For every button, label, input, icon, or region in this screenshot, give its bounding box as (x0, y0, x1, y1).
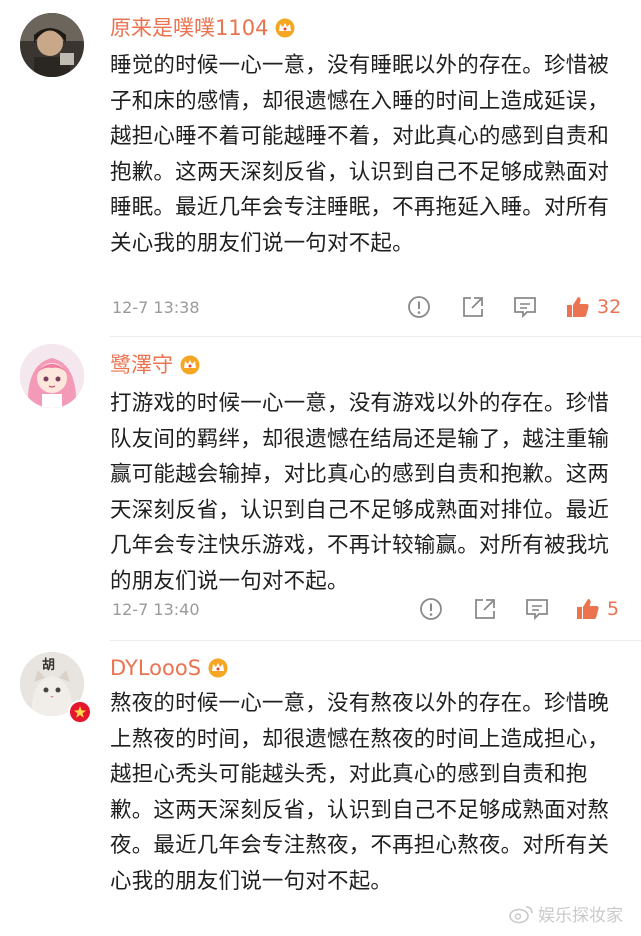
share-icon[interactable] (460, 294, 486, 320)
username[interactable]: DYLoooS (110, 654, 201, 682)
report-icon[interactable] (406, 294, 432, 320)
thumbs-up-icon (577, 599, 599, 619)
timestamp: 12-7 13:40 (112, 600, 200, 619)
vip-crown-icon (180, 355, 200, 375)
avatar[interactable] (20, 344, 84, 408)
vip-crown-icon (275, 18, 295, 38)
comment-text: 熬夜的时候一心一意，没有熬夜以外的存在。珍惜晚上熬夜的时间，却很遗憾在熬夜的时间… (110, 691, 610, 894)
username[interactable]: 原来是噗噗1104 (110, 14, 268, 42)
divider (110, 336, 641, 337)
comment-meta: 12-7 13:38 32 (110, 294, 630, 324)
vip-crown-icon (208, 658, 228, 678)
like-button[interactable]: 5 (575, 596, 619, 622)
like-button[interactable]: 32 (565, 294, 621, 320)
comment-text: 打游戏的时候一心一意，没有游戏以外的存在。珍惜队友间的羁绊，却很遗憾在结局还是输… (110, 391, 610, 594)
thumbs-up-icon (567, 297, 589, 317)
avatar-text: 胡 (42, 658, 56, 673)
watermark: 娱乐探妆家 (508, 901, 623, 926)
like-count: 5 (607, 598, 620, 620)
report-icon[interactable] (418, 596, 444, 622)
watermark-text: 娱乐探妆家 (538, 906, 623, 926)
reply-icon[interactable] (512, 294, 538, 320)
weibo-logo-icon (509, 905, 533, 923)
share-icon[interactable] (472, 596, 498, 622)
divider (110, 640, 641, 641)
avatar[interactable] (20, 13, 84, 77)
comment-meta: 12-7 13:40 5 (110, 596, 630, 626)
verified-badge-icon (68, 700, 92, 724)
comment-text: 睡觉的时候一心一意，没有睡眠以外的存在。珍惜被子和床的感情，却很遗憾在入睡的时间… (110, 53, 610, 256)
like-count: 32 (597, 296, 622, 318)
timestamp: 12-7 13:38 (112, 298, 200, 317)
reply-icon[interactable] (524, 596, 550, 622)
username[interactable]: 鹭澤守 (110, 351, 173, 379)
